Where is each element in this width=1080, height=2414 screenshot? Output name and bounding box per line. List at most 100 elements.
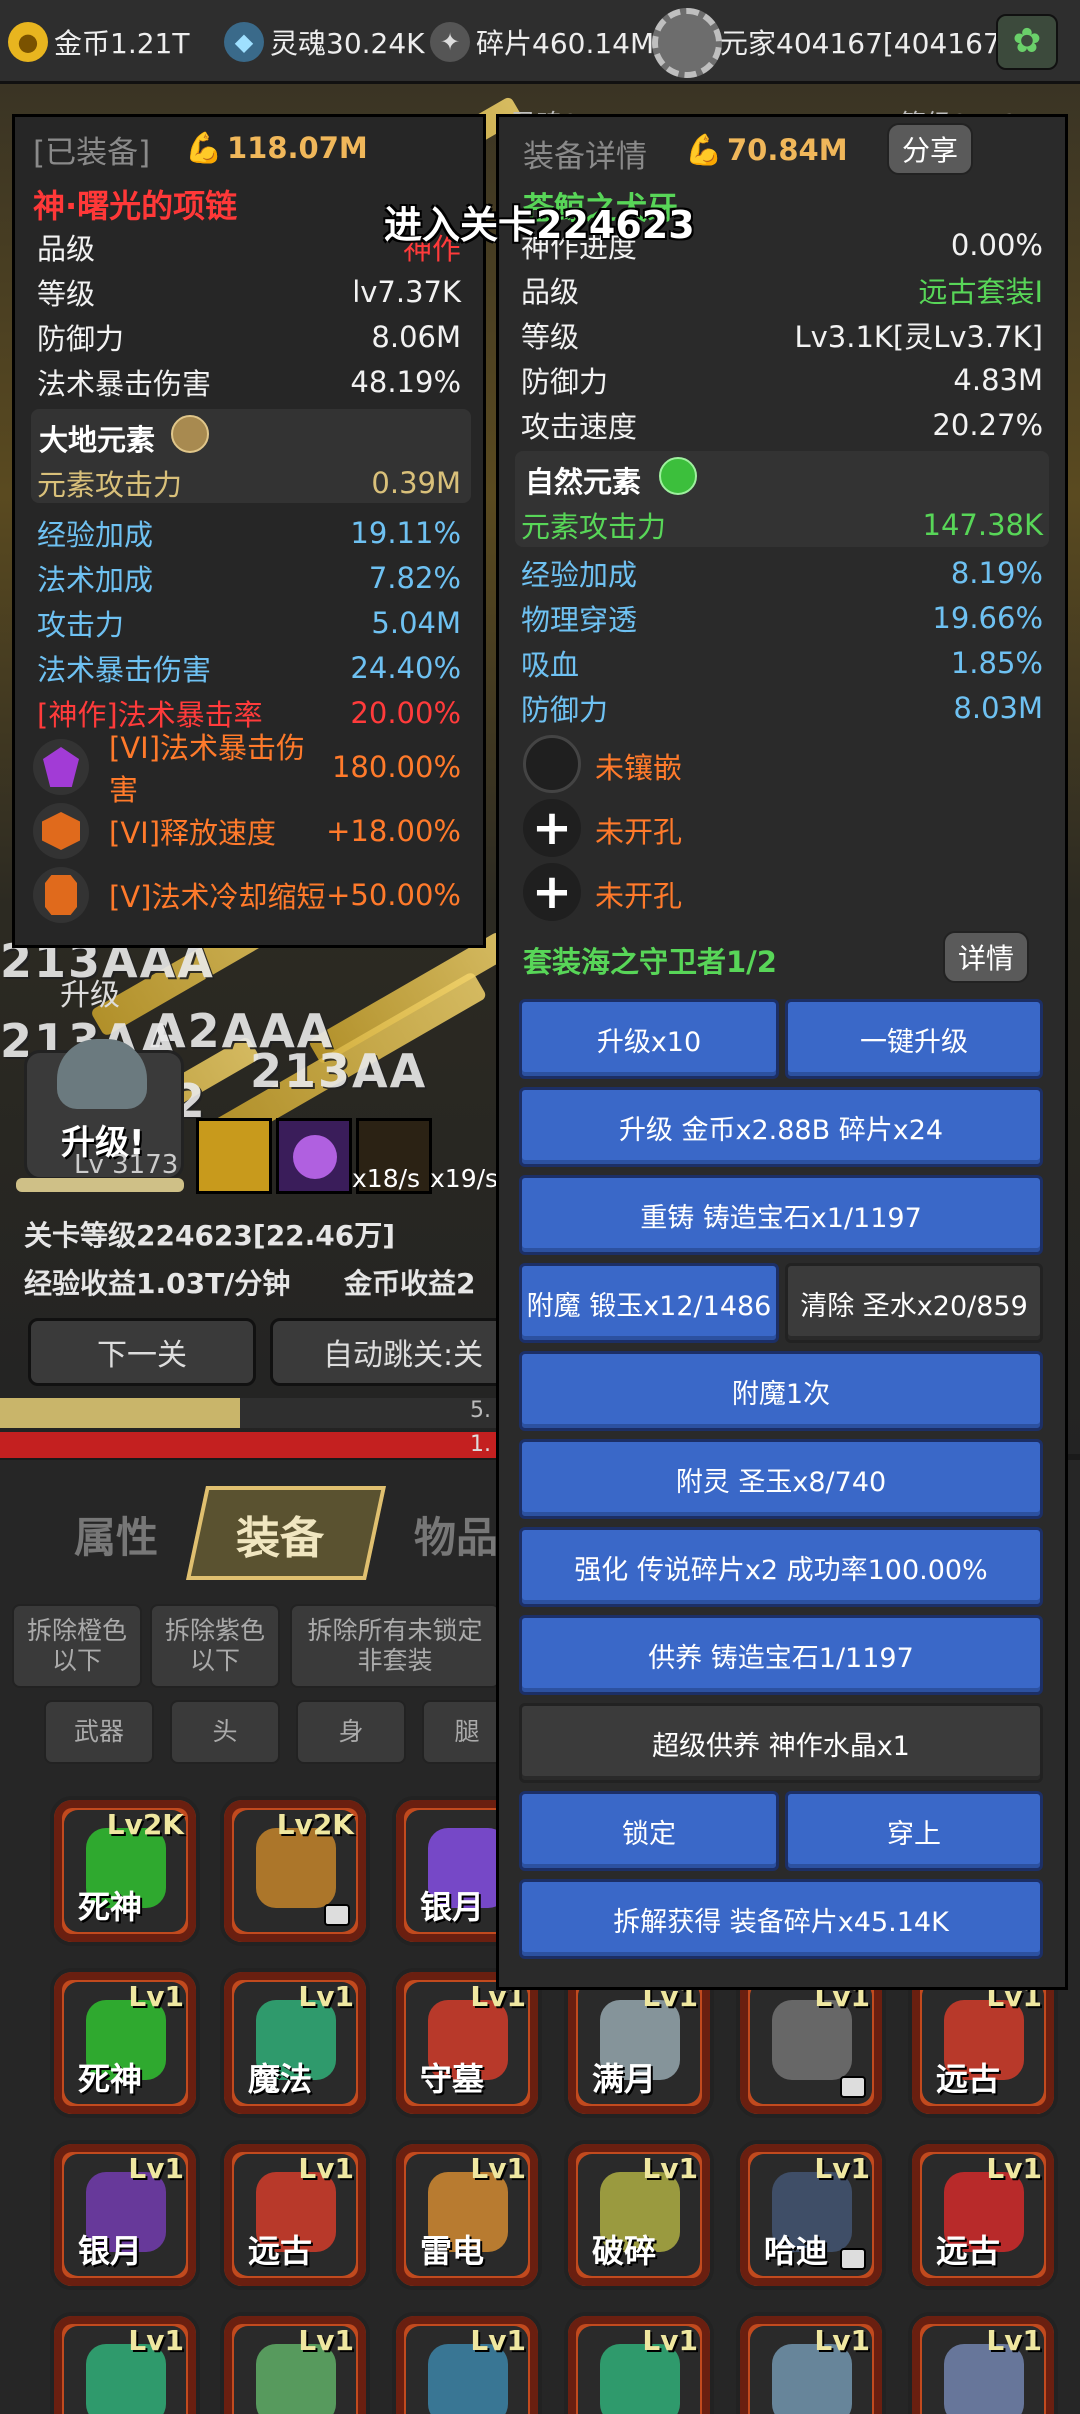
player-level: Lv 3173 (74, 1150, 179, 1180)
equipped-bonus-row: 经验加成 19.11% (37, 516, 461, 552)
slot-level: Lv2K (106, 1808, 184, 1841)
skill-slot-sword-icon[interactable] (196, 1118, 272, 1194)
equipped-bonus-row: 法术暴击伤害 24.40% (37, 651, 461, 687)
inventory-slot[interactable]: Lv1 远古 (908, 1968, 1058, 2118)
equipped-tag: [已装备] (33, 135, 151, 171)
set-detail-button[interactable]: 详情 (943, 931, 1029, 983)
set-name: 套装海之守卫者1/2 (523, 945, 777, 979)
reforge-button[interactable]: 重铸 铸造宝石x1/1197 (519, 1175, 1043, 1255)
inventory-slot[interactable]: Lv1 (50, 2312, 200, 2414)
tab-attributes[interactable]: 属性 (74, 1504, 158, 1565)
wear-button[interactable]: 穿上 (785, 1791, 1043, 1871)
inventory-slot[interactable]: Lv1 (908, 2312, 1058, 2414)
inventory-slot[interactable]: Lv1 (392, 2312, 542, 2414)
dismantle-purple-button[interactable]: 拆除紫色以下 (150, 1604, 280, 1688)
inventory-slot[interactable]: Lv1 银月 (50, 2140, 200, 2290)
inventory-slot[interactable]: Lv1 远古 (220, 2140, 370, 2290)
equipment-detail-panel: 装备详情 💪 70.84M 分享 苍鲸之犬牙 神作进度 0.00% 品级 远古套装I… (496, 114, 1068, 1990)
nature-element-icon (659, 457, 697, 495)
progress-2-value: 1. (470, 1432, 491, 1457)
slot-level: Lv1 (642, 2152, 698, 2185)
gem-slot (33, 803, 89, 859)
detail-title: 装备详情 (523, 139, 647, 175)
next-stage-button[interactable]: 下一关 (28, 1318, 256, 1386)
slot-level: Lv1 (298, 2324, 354, 2357)
inventory-slot[interactable]: Lv1 守墓 (392, 1968, 542, 2118)
inventory-slot[interactable]: Lv1 魔法 (220, 1968, 370, 2118)
filter-body[interactable]: 身 (296, 1700, 406, 1764)
dismantle-unlocked-button[interactable]: 拆除所有未锁定非套装 (290, 1604, 500, 1688)
orange-gem-icon (45, 875, 77, 915)
equipped-name: 神·曙光的项链 (33, 187, 238, 225)
detail-stat-row: 品级 远古套装I (521, 275, 1043, 309)
slot-name: 破碎 (592, 2232, 657, 2270)
slot-name: 雷电 (420, 2232, 485, 2270)
shard-value: 碎片460.14M (476, 27, 655, 60)
add-socket-icon[interactable]: + (523, 863, 581, 921)
auto-skip-button[interactable]: 自动跳关:关 (270, 1318, 510, 1386)
slot-level: Lv2K (276, 1808, 354, 1841)
filter-head[interactable]: 头 (170, 1700, 280, 1764)
enchant-button[interactable]: 附魔 锻玉x12/1486 (519, 1263, 779, 1343)
clear-enchant-button[interactable]: 清除 圣水x20/859 (785, 1263, 1043, 1343)
inventory-slot[interactable]: Lv1 (220, 2312, 370, 2414)
slot-name: 守墓 (420, 2060, 485, 2098)
slot-name: 满月 (592, 2060, 657, 2098)
settings-gear-icon[interactable] (652, 8, 722, 78)
detail-bonus-row: 经验加成 8.19% (521, 556, 1043, 592)
slot-name: 远古 (248, 2232, 313, 2270)
super-nourish-button[interactable]: 超级供养 神作水晶x1 (519, 1703, 1043, 1783)
shard-icon: ✦ (430, 22, 470, 62)
skill-slot-orb-icon[interactable] (276, 1118, 352, 1194)
empty-socket-icon[interactable] (523, 735, 581, 793)
share-button[interactable]: 分享 (887, 123, 973, 175)
gem-row: [VI]释放速度 +18.00% (109, 814, 461, 850)
lock-icon (840, 2248, 866, 2270)
upgrade-cost-button[interactable]: 升级 金币x2.88B 碎片x24 (519, 1087, 1043, 1167)
soul-icon: ◆ (224, 22, 264, 62)
inventory-slot[interactable]: Lv2K (220, 1796, 370, 1946)
inventory-slot[interactable]: Lv1 满月 (564, 1968, 714, 2118)
inventory-slot[interactable]: Lv1 (564, 2312, 714, 2414)
lock-button[interactable]: 锁定 (519, 1791, 779, 1871)
inventory-slot[interactable]: Lv1 (736, 2312, 886, 2414)
gem-row: [V]法术冷却缩短 +50.00% (109, 878, 461, 914)
detail-bonus-row: 物理穿透 19.66% (521, 601, 1043, 637)
slot-level: Lv1 (128, 2152, 184, 2185)
strengthen-button[interactable]: 强化 传说碎片x2 成功率100.00% (519, 1527, 1043, 1607)
stage-banner: 进入关卡224623 (384, 203, 695, 247)
filter-weapon[interactable]: 武器 (44, 1700, 154, 1764)
gold-rate: 金币收益2 (344, 1267, 476, 1300)
dismantle-orange-button[interactable]: 拆除橙色以下 (12, 1604, 142, 1688)
dismantle-button[interactable]: 拆解获得 装备碎片x45.14K (519, 1879, 1043, 1959)
inventory-slot[interactable]: Lv1 哈迪 (736, 2140, 886, 2290)
inventory-slot[interactable]: Lv1 雷电 (392, 2140, 542, 2290)
gem-slot (33, 867, 89, 923)
inventory-slot[interactable]: Lv2K 死神 (50, 1796, 200, 1946)
inventory-slot[interactable]: Lv1 破碎 (564, 2140, 714, 2290)
inventory-slot[interactable]: Lv1 (736, 1968, 886, 2118)
nourish-button[interactable]: 供养 铸造宝石1/1197 (519, 1615, 1043, 1695)
inventory-slot[interactable]: Lv1 死神 (50, 1968, 200, 2118)
detail-bonus-row: 防御力 8.03M (521, 691, 1043, 727)
add-socket-icon[interactable]: + (523, 799, 581, 857)
inventory-slot[interactable]: Lv1 远古 (908, 2140, 1058, 2290)
slot-name: 银月 (78, 2232, 143, 2270)
detail-stat-row: 攻击速度 20.27% (521, 408, 1043, 444)
lock-icon (840, 2076, 866, 2098)
nature-menu-icon[interactable]: ✿ (996, 14, 1058, 70)
slot-name: 远古 (936, 2060, 1001, 2098)
spirit-attach-button[interactable]: 附灵 圣玉x8/740 (519, 1439, 1043, 1519)
one-click-upgrade-button[interactable]: 一键升级 (785, 999, 1043, 1079)
game-screen: { "topbar": { "gold": "金币1.21T", "soul":… (0, 0, 1080, 2414)
enchant-once-button[interactable]: 附魔1次 (519, 1351, 1043, 1431)
stage-level: 关卡等级224623[22.46万] (24, 1219, 396, 1252)
gold-counter: ● 金币1.21T (8, 18, 218, 66)
detail-power: 70.84M (727, 133, 848, 167)
tab-items[interactable]: 物品 (414, 1504, 498, 1565)
earth-element-icon (171, 415, 209, 453)
purple-gem-icon (43, 747, 79, 787)
soul-value: 灵魂30.24K (270, 27, 425, 60)
upgrade-x10-button[interactable]: 升级x10 (519, 999, 779, 1079)
slot-level: Lv1 (986, 2152, 1042, 2185)
